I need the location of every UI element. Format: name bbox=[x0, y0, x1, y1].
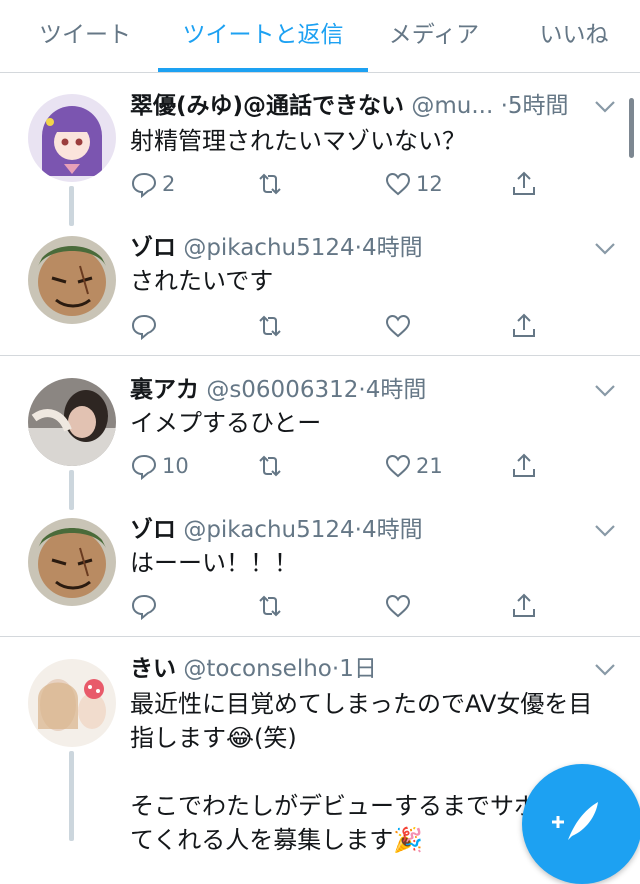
avatar[interactable] bbox=[28, 378, 116, 466]
tweet-text: イメプするひとー bbox=[130, 409, 322, 437]
display-name[interactable]: 裏アカ bbox=[130, 377, 199, 403]
chevron-down-icon[interactable] bbox=[594, 242, 616, 256]
avatar[interactable] bbox=[28, 94, 116, 182]
tweet-header: 翠優(みゆ)@通話できない @mu... ·5時間 bbox=[130, 88, 569, 124]
reply-count: 2 bbox=[162, 172, 176, 196]
retweet-button[interactable] bbox=[256, 450, 288, 482]
tweet-actions bbox=[130, 590, 550, 622]
tab-tweets-and-replies[interactable]: ツイートと返信 bbox=[158, 0, 368, 70]
reply-count: 10 bbox=[162, 454, 189, 478]
like-button[interactable] bbox=[384, 590, 416, 622]
chevron-down-icon[interactable] bbox=[594, 384, 616, 398]
like-count: 21 bbox=[416, 454, 443, 478]
retweet-button[interactable] bbox=[256, 310, 288, 342]
reply-icon bbox=[131, 454, 157, 480]
tweet[interactable]: ゾロ @pikachu5124·4時間 はーーい！！！ bbox=[0, 496, 640, 636]
username[interactable]: @pikachu5124 bbox=[183, 517, 354, 543]
tweet-text: されたいです bbox=[130, 267, 274, 295]
retweet-button[interactable] bbox=[256, 590, 288, 622]
timestamp[interactable]: 4時間 bbox=[366, 377, 427, 403]
username[interactable]: @s06006312 bbox=[206, 377, 358, 403]
reply-icon bbox=[131, 594, 157, 620]
reply-icon bbox=[131, 314, 157, 340]
retweet-icon bbox=[259, 315, 281, 337]
like-icon bbox=[385, 594, 411, 618]
username[interactable]: @toconselho bbox=[183, 656, 332, 682]
tweet[interactable]: ゾロ @pikachu5124·4時間 されたいです bbox=[0, 214, 640, 355]
tweet-text: 射精管理されたいマゾいない？ bbox=[130, 127, 466, 155]
tweet-text: はーーい！！！ bbox=[130, 549, 298, 577]
separator: · bbox=[500, 93, 508, 119]
chevron-down-icon[interactable] bbox=[594, 100, 616, 114]
tweet-header: きい @toconselho·1日 bbox=[130, 651, 377, 687]
username[interactable]: @mu... bbox=[411, 93, 493, 119]
share-icon bbox=[513, 171, 535, 195]
retweet-icon bbox=[259, 173, 281, 195]
reply-button[interactable]: 2 bbox=[130, 168, 175, 200]
share-icon bbox=[513, 593, 535, 617]
compose-tweet-button[interactable] bbox=[522, 764, 640, 884]
profile-tabs: ツイート ツイートと返信 メディア いいね bbox=[0, 0, 640, 73]
tweet-header: ゾロ @pikachu5124·4時間 bbox=[130, 230, 423, 266]
reply-button[interactable]: 10 bbox=[130, 450, 189, 482]
timestamp[interactable]: 4時間 bbox=[362, 235, 423, 261]
tweet[interactable]: 裏アカ @s06006312·4時間 イメプするひとー 10 21 bbox=[0, 356, 640, 510]
thread-line bbox=[69, 751, 74, 841]
like-icon bbox=[385, 454, 411, 478]
avatar[interactable] bbox=[28, 659, 116, 747]
tab-tweets[interactable]: ツイート bbox=[10, 0, 160, 70]
timestamp[interactable]: 4時間 bbox=[362, 517, 423, 543]
display-name[interactable]: ゾロ bbox=[130, 517, 176, 543]
reply-icon bbox=[131, 172, 157, 198]
separator: · bbox=[354, 235, 362, 261]
like-icon bbox=[385, 172, 411, 196]
share-button[interactable] bbox=[510, 310, 542, 342]
share-icon bbox=[513, 313, 535, 337]
like-button[interactable] bbox=[384, 310, 416, 342]
share-button[interactable] bbox=[510, 168, 542, 200]
tweet[interactable]: 翠優(みゆ)@通話できない @mu... ·5時間 射精管理されたいマゾいない？… bbox=[0, 72, 640, 226]
chevron-down-icon[interactable] bbox=[594, 524, 616, 538]
chevron-down-icon[interactable] bbox=[594, 663, 616, 677]
reply-button[interactable] bbox=[130, 310, 162, 342]
like-count: 12 bbox=[416, 172, 443, 196]
display-name[interactable]: ゾロ bbox=[130, 235, 176, 261]
tweet-actions: 2 12 bbox=[130, 168, 550, 200]
reply-button[interactable] bbox=[130, 590, 162, 622]
retweet-icon bbox=[259, 455, 281, 477]
tweet-actions: 10 21 bbox=[130, 450, 550, 482]
separator: · bbox=[354, 517, 362, 543]
tab-likes[interactable]: いいね bbox=[522, 0, 626, 70]
tweet-header: 裏アカ @s06006312·4時間 bbox=[130, 372, 426, 408]
like-button[interactable]: 12 bbox=[384, 168, 443, 200]
avatar[interactable] bbox=[28, 518, 116, 606]
display-name[interactable]: 翠優(みゆ)@通話できない bbox=[130, 93, 404, 119]
like-button[interactable]: 21 bbox=[384, 450, 443, 482]
separator: · bbox=[358, 377, 366, 403]
avatar[interactable] bbox=[28, 236, 116, 324]
timestamp[interactable]: 5時間 bbox=[508, 93, 569, 119]
tweet-header: ゾロ @pikachu5124·4時間 bbox=[130, 512, 423, 548]
retweet-icon bbox=[259, 595, 281, 617]
tweet-actions bbox=[130, 310, 550, 342]
retweet-button[interactable] bbox=[256, 168, 288, 200]
timestamp[interactable]: 1日 bbox=[339, 656, 377, 682]
share-button[interactable] bbox=[510, 590, 542, 622]
tab-media[interactable]: メディア bbox=[372, 0, 496, 70]
share-button[interactable] bbox=[510, 450, 542, 482]
like-icon bbox=[385, 314, 411, 338]
compose-icon bbox=[552, 802, 598, 840]
share-icon bbox=[513, 453, 535, 477]
username[interactable]: @pikachu5124 bbox=[183, 235, 354, 261]
display-name[interactable]: きい bbox=[130, 656, 176, 682]
